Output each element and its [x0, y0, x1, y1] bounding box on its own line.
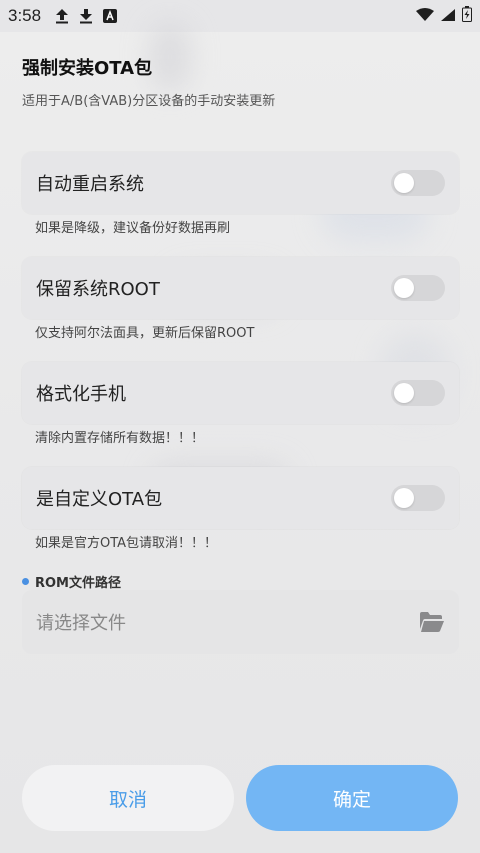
option-hint: 如果是降级，建议备份好数据再刷: [35, 221, 231, 236]
option-label: 是自定义OTA包: [36, 489, 163, 510]
download-icon: [79, 8, 93, 24]
dialog-subtitle: 适用于A/B(含VAB)分区设备的手动安装更新: [22, 94, 276, 109]
switch-knob: [394, 488, 414, 508]
option-format-phone[interactable]: 格式化手机: [22, 362, 459, 424]
keep-root-switch[interactable]: [391, 275, 445, 301]
option-auto-reboot[interactable]: 自动重启系统: [22, 152, 459, 214]
switch-knob: [394, 383, 414, 403]
app-a-icon: [103, 9, 118, 23]
status-bar: 3:58: [0, 0, 480, 32]
ota-install-sheet: 强制安装OTA包 适用于A/B(含VAB)分区设备的手动安装更新 自动重启系统 …: [0, 22, 480, 853]
switch-knob: [394, 278, 414, 298]
switch-knob: [394, 173, 414, 193]
rom-file-picker[interactable]: 请选择文件: [22, 590, 459, 654]
option-hint: 清除内置存储所有数据！！！: [35, 431, 205, 446]
format-phone-switch[interactable]: [391, 380, 445, 406]
option-label: 自动重启系统: [36, 174, 144, 195]
auto-reboot-switch[interactable]: [391, 170, 445, 196]
rom-path-label: ROM文件路径: [22, 572, 121, 591]
option-custom-ota[interactable]: 是自定义OTA包: [22, 467, 459, 529]
status-right-icons: [416, 6, 472, 26]
option-hint: 仅支持阿尔法面具，更新后保留ROOT: [35, 326, 255, 341]
battery-charging-icon: [462, 6, 472, 26]
option-keep-root[interactable]: 保留系统ROOT: [22, 257, 459, 319]
cancel-button[interactable]: 取消: [22, 765, 234, 831]
option-label: 格式化手机: [36, 384, 126, 405]
folder-open-icon[interactable]: [419, 611, 445, 633]
confirm-button[interactable]: 确定: [246, 765, 458, 831]
option-hint: 如果是官方OTA包请取消！！！: [35, 536, 218, 551]
option-label: 保留系统ROOT: [36, 279, 160, 300]
background-decoration: [150, 22, 190, 92]
file-placeholder: 请选择文件: [36, 613, 126, 634]
dialog-title: 强制安装OTA包: [22, 58, 153, 79]
upload-icon: [55, 8, 69, 24]
status-time: 3:58: [8, 6, 42, 25]
rom-path-label-text: ROM文件路径: [35, 576, 121, 591]
section-dot: [22, 578, 29, 585]
signal-icon: [440, 7, 456, 26]
wifi-icon: [416, 7, 434, 26]
custom-ota-switch[interactable]: [391, 485, 445, 511]
